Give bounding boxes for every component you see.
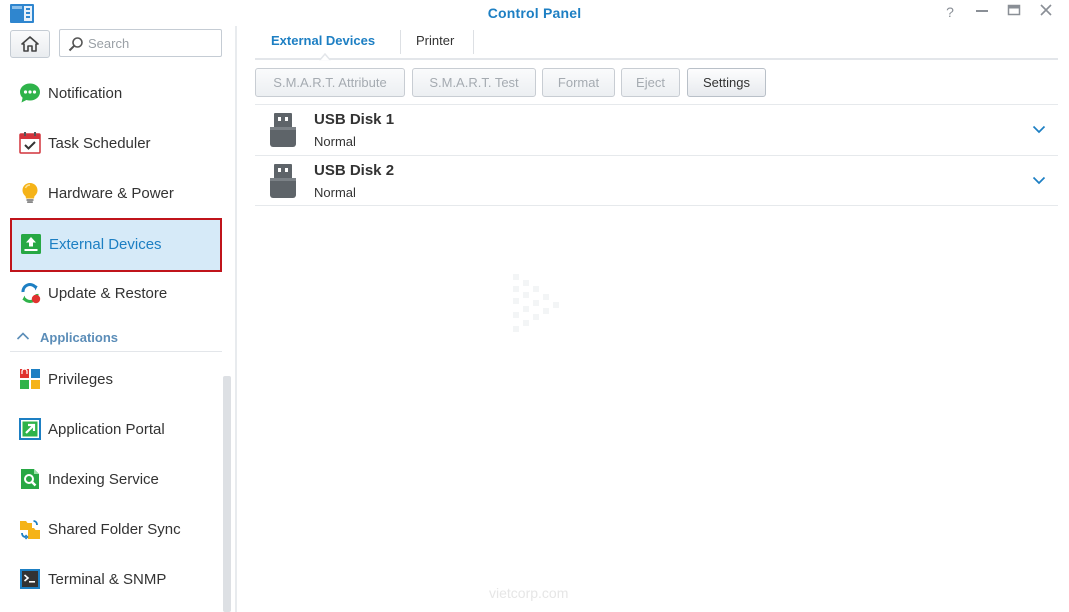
sidebar-item-terminal-snmp[interactable]: Terminal & SNMP	[10, 555, 222, 605]
sidebar-item-label: Update & Restore	[48, 285, 168, 302]
smart-test-button[interactable]: S.M.A.R.T. Test	[412, 68, 536, 97]
usb-drive-icon	[270, 113, 296, 147]
smart-attribute-button[interactable]: S.M.A.R.T. Attribute	[255, 68, 405, 97]
sidebar-item-label: Notification	[48, 85, 123, 102]
tab-bar: External Devices Printer	[255, 26, 1058, 61]
device-row-usb-disk-1[interactable]: USB Disk 1 Normal	[255, 104, 1058, 155]
sidebar-item-notification[interactable]: Notification	[10, 69, 222, 119]
tab-divider	[400, 30, 401, 54]
title-bar: Control Panel ?	[0, 0, 1069, 26]
maximize-icon[interactable]	[1004, 3, 1024, 21]
device-name: USB Disk 2	[314, 162, 395, 179]
watermark: vietcorp.com	[489, 585, 569, 601]
tab-external-devices[interactable]: External Devices	[271, 33, 375, 48]
sidebar-item-label: Privileges	[48, 371, 114, 388]
tab-divider	[473, 30, 474, 54]
terminal-icon	[20, 569, 40, 589]
chevron-down-icon[interactable]	[1032, 175, 1046, 185]
portal-arrow-icon	[19, 418, 41, 440]
device-name: USB Disk 1	[314, 111, 395, 128]
usb-drive-icon	[270, 164, 296, 198]
sidebar-item-label: Shared Folder Sync	[48, 521, 181, 538]
sidebar-item-label: Indexing Service	[48, 471, 159, 488]
eject-button[interactable]: Eject	[621, 68, 680, 97]
tab-printer[interactable]: Printer	[416, 33, 454, 48]
sidebar-item-task-scheduler[interactable]: Task Scheduler	[10, 119, 222, 169]
chevron-up-icon	[16, 332, 30, 340]
device-row-usb-disk-2[interactable]: USB Disk 2 Normal	[255, 155, 1058, 206]
sidebar-item-label: Terminal & SNMP	[48, 571, 167, 588]
sidebar-item-external-devices[interactable]: External Devices	[10, 218, 222, 272]
sidebar-item-hardware-power[interactable]: Hardware & Power	[10, 169, 222, 219]
main-panel: External Devices Printer S.M.A.R.T. Attr…	[239, 26, 1069, 612]
upload-drive-icon	[21, 234, 41, 254]
privileges-icon	[20, 368, 40, 389]
folder-sync-icon	[20, 520, 40, 540]
active-tab-indicator	[319, 53, 331, 61]
home-icon	[21, 36, 39, 52]
settings-button[interactable]: Settings	[687, 68, 766, 97]
device-status: Normal	[314, 185, 356, 200]
minimize-icon[interactable]	[972, 3, 992, 21]
search-input[interactable]	[88, 34, 218, 52]
sidebar: Notification Task Scheduler Hardware & P…	[0, 26, 237, 612]
search-field[interactable]	[59, 29, 222, 57]
sidebar-item-label: Task Scheduler	[48, 135, 151, 152]
sidebar-item-shared-folder-sync[interactable]: Shared Folder Sync	[10, 505, 222, 555]
close-icon[interactable]	[1036, 3, 1056, 21]
sidebar-item-privileges[interactable]: Privileges	[10, 355, 222, 405]
lightbulb-icon	[22, 183, 38, 203]
sidebar-item-label: Application Portal	[48, 421, 165, 438]
help-icon[interactable]: ?	[940, 3, 960, 21]
chat-bubble-icon	[20, 83, 40, 103]
indexing-search-icon	[21, 469, 39, 489]
home-button[interactable]	[10, 30, 50, 58]
calendar-check-icon	[19, 132, 41, 154]
chevron-down-icon[interactable]	[1032, 124, 1046, 134]
sidebar-item-update-restore[interactable]: Update & Restore	[10, 269, 222, 319]
sidebar-item-indexing-service[interactable]: Indexing Service	[10, 455, 222, 505]
sidebar-scrollbar[interactable]	[223, 376, 231, 612]
search-icon	[68, 37, 83, 52]
device-status: Normal	[314, 134, 356, 149]
window-title: Control Panel	[487, 5, 582, 21]
sidebar-item-label: Hardware & Power	[48, 185, 174, 202]
loading-spinner-icon	[513, 274, 559, 332]
refresh-icon	[21, 283, 41, 304]
section-applications-toggle[interactable]: Applications	[10, 326, 222, 352]
sidebar-item-label: External Devices	[49, 236, 162, 253]
section-title: Applications	[40, 330, 119, 345]
format-button[interactable]: Format	[542, 68, 615, 97]
sidebar-item-application-portal[interactable]: Application Portal	[10, 405, 222, 455]
